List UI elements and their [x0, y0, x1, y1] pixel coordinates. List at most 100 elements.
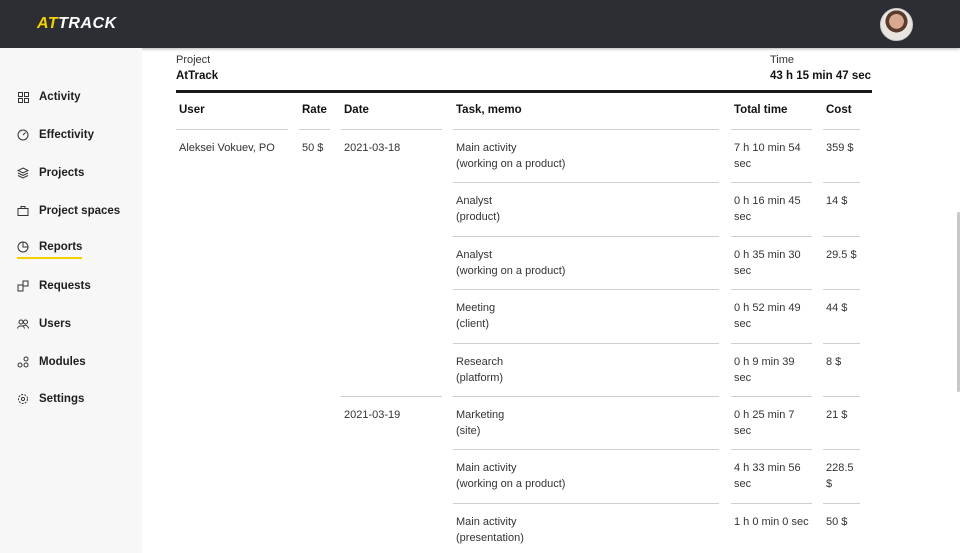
sidebar-item-users[interactable]: Users: [17, 313, 71, 335]
cell-total-time: 7 h 10 min 54: [734, 142, 801, 154]
cell-cost: 50 $: [826, 516, 848, 528]
cell-cost: $: [826, 478, 833, 490]
cell-total-time: sec: [734, 478, 752, 490]
layers-icon: [17, 167, 29, 179]
gauge-icon: [17, 129, 29, 141]
gear-icon: [17, 393, 29, 405]
cell-cost: 8 $: [826, 356, 842, 368]
sidebar: Activity Effectivity Projects Project sp…: [0, 48, 142, 553]
sidebar-item-requests[interactable]: Requests: [17, 275, 91, 297]
time-value: 43 h 15 min 47 sec: [770, 70, 872, 82]
header-divider: [453, 129, 719, 130]
header-divider: [823, 129, 860, 130]
header-total-time: Total time: [734, 104, 788, 116]
sidebar-item-project-spaces[interactable]: Project spaces: [17, 200, 120, 222]
sidebar-item-effectivity[interactable]: Effectivity: [17, 124, 94, 146]
cell-total-time: 0 h 9 min 39: [734, 356, 795, 368]
row-divider: [453, 236, 719, 237]
row-divider: [453, 343, 719, 344]
cell-memo: (working on a product): [456, 478, 566, 490]
row-divider: [823, 343, 860, 344]
header-user: User: [179, 104, 205, 116]
row-divider: [823, 236, 860, 237]
cell-memo: (platform): [456, 372, 504, 384]
requests-icon: [17, 280, 29, 292]
row-divider: [731, 343, 812, 344]
cell-total-time: sec: [734, 425, 752, 437]
sidebar-item-label: Activity: [39, 91, 81, 103]
cell-total-time: sec: [734, 158, 752, 170]
users-icon: [17, 318, 29, 330]
cell-cost: 14 $: [826, 195, 848, 207]
cell-total-time: 0 h 52 min 49: [734, 302, 801, 314]
cell-task: Meeting: [456, 302, 496, 314]
row-divider: [731, 396, 812, 397]
sidebar-item-label: Effectivity: [39, 129, 94, 141]
summary-divider: [176, 90, 872, 93]
grid-icon: [17, 91, 29, 103]
row-divider: [823, 503, 860, 504]
sidebar-item-label: Settings: [39, 393, 85, 405]
cell-task: Analyst: [456, 195, 493, 207]
project-value: AtTrack: [176, 70, 219, 82]
sidebar-item-projects[interactable]: Projects: [17, 162, 84, 184]
cell-total-time: 4 h 33 min 56: [734, 462, 801, 474]
header-divider: [341, 129, 442, 130]
header-divider: [731, 129, 812, 130]
cell-total-time: 0 h 16 min 45: [734, 195, 801, 207]
cell-task: Main activity: [456, 516, 517, 528]
row-divider: [823, 182, 860, 183]
cell-task: Main activity: [456, 462, 517, 474]
sidebar-item-label: Users: [39, 318, 71, 330]
sidebar-item-activity[interactable]: Activity: [17, 86, 81, 108]
cell-total-time: sec: [734, 265, 752, 277]
cell-total-time: 1 h 0 min 0 sec: [734, 516, 809, 528]
header-cost: Cost: [826, 104, 852, 116]
row-divider: [731, 182, 812, 183]
row-divider: [731, 503, 812, 504]
row-divider: [453, 449, 719, 450]
cell-date: 2021-03-19: [344, 409, 401, 421]
cell-memo: (presentation): [456, 532, 524, 544]
cell-date: 2021-03-18: [344, 142, 401, 154]
briefcase-icon: [17, 205, 29, 217]
sidebar-item-label: Project spaces: [39, 205, 121, 217]
sidebar-item-label: Modules: [39, 356, 86, 368]
sidebar-item-label: Projects: [39, 167, 85, 179]
top-bar: ATTRACK: [0, 0, 960, 48]
cell-cost: 44 $: [826, 302, 848, 314]
cell-task: Research: [456, 356, 504, 368]
cell-task: Analyst: [456, 249, 493, 261]
cell-cost: 29.5 $: [826, 249, 857, 261]
cell-total-time: 0 h 35 min 30: [734, 249, 801, 261]
row-divider: [453, 182, 719, 183]
date-divider: [341, 396, 442, 397]
sidebar-item-modules[interactable]: Modules: [17, 351, 86, 373]
cell-cost: 359 $: [826, 142, 854, 154]
app-logo[interactable]: ATTRACK: [37, 15, 117, 33]
cell-cost: 228.5: [826, 462, 854, 474]
header-task: Task, memo: [456, 104, 522, 116]
row-divider: [731, 236, 812, 237]
cell-memo: (working on a product): [456, 265, 566, 277]
row-divider: [453, 503, 719, 504]
cell-total-time: sec: [734, 318, 752, 330]
sidebar-item-label: Reports: [39, 241, 83, 253]
header-rate: Rate: [302, 104, 327, 116]
row-divider: [731, 289, 812, 290]
row-divider: [823, 396, 860, 397]
sidebar-item-label: Requests: [39, 280, 91, 292]
cell-total-time: sec: [734, 211, 752, 223]
user-avatar[interactable]: [880, 8, 913, 41]
cell-memo: (working on a product): [456, 158, 566, 170]
cell-memo: (client): [456, 318, 490, 330]
header-date: Date: [344, 104, 369, 116]
pie-chart-icon: [17, 241, 29, 253]
sidebar-item-reports[interactable]: Reports: [17, 237, 83, 259]
cell-user: Aleksei Vokuev, PO: [179, 142, 275, 154]
row-divider: [731, 449, 812, 450]
header-divider: [176, 129, 288, 130]
project-label: Project: [176, 54, 211, 66]
sidebar-item-settings[interactable]: Settings: [17, 388, 84, 410]
cell-task: Marketing: [456, 409, 505, 421]
